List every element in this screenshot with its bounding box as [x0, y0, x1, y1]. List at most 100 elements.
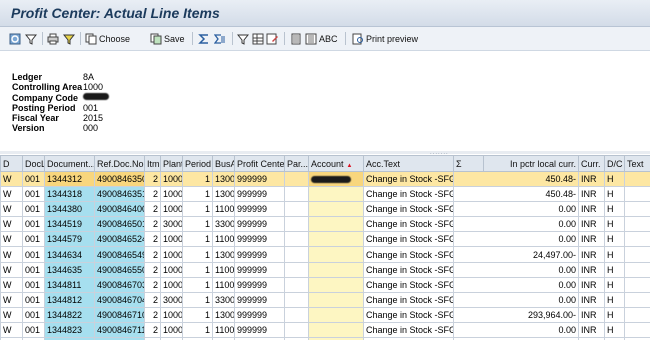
cell-account[interactable] [308, 261, 364, 278]
cell-acc-text[interactable]: Change in Stock -SFG [363, 186, 454, 203]
cell-text[interactable] [624, 231, 650, 248]
table-row[interactable]: W 001 1344380 4900846400 2 1000 1 1100 999999 Cha… [0, 201, 650, 218]
col-header-text[interactable]: Text [624, 155, 650, 172]
col-header-sum[interactable]: Σ [453, 155, 484, 172]
cell-curr[interactable]: INR [578, 216, 605, 233]
cell-plant[interactable]: 1000 [160, 231, 183, 248]
cell-account[interactable] [308, 246, 364, 263]
cell-curr[interactable]: INR [578, 276, 605, 293]
table-row[interactable]: W 001 1344318 4900846351 2 1000 1 1300 999999 Cha… [0, 186, 650, 203]
cell-curr[interactable]: INR [578, 306, 605, 323]
cell-busa[interactable]: 1100 [212, 261, 235, 278]
cell-par[interactable] [284, 276, 309, 293]
cell-acc-text[interactable]: Change in Stock -SFG [363, 261, 454, 278]
cell-d[interactable]: W [0, 201, 23, 218]
cell-document[interactable]: 1344318 [44, 186, 95, 203]
cell-amount[interactable]: 0.00 [453, 201, 579, 218]
cell-period[interactable]: 1 [182, 306, 213, 323]
cell-dc[interactable]: H [604, 321, 625, 339]
cell-itm[interactable]: 2 [144, 186, 161, 203]
cell-account[interactable] [308, 216, 364, 233]
cell-profit-center[interactable]: 999999 [234, 186, 285, 203]
cell-itm[interactable]: 2 [144, 321, 161, 339]
cell-docli[interactable]: 001 [22, 216, 45, 233]
cell-refdoc[interactable]: 4900846549 [94, 246, 145, 263]
cell-period[interactable]: 1 [182, 276, 213, 293]
cell-curr[interactable]: INR [578, 261, 605, 278]
splitter[interactable]: ....... [0, 150, 650, 156]
excel-button[interactable] [252, 31, 264, 46]
cell-profit-center[interactable]: 999999 [234, 321, 285, 339]
cell-busa[interactable]: 1100 [212, 201, 235, 218]
cell-profit-center[interactable]: 999999 [234, 306, 285, 323]
cell-d[interactable]: W [0, 170, 23, 188]
cell-document[interactable]: 1344811 [44, 276, 95, 293]
cell-plant[interactable]: 1000 [160, 201, 183, 218]
cell-itm[interactable]: 2 [144, 261, 161, 278]
export-button[interactable] [237, 31, 249, 46]
cell-dc[interactable]: H [604, 216, 625, 233]
cell-account[interactable] [308, 186, 364, 203]
cell-plant[interactable]: 1000 [160, 306, 183, 323]
cell-par[interactable] [284, 170, 309, 188]
cell-amount[interactable]: 0.00 [453, 261, 579, 278]
cell-itm[interactable]: 2 [144, 201, 161, 218]
cell-acc-text[interactable]: Change in Stock -SFG [363, 216, 454, 233]
cell-par[interactable] [284, 321, 309, 339]
cell-refdoc[interactable]: 4900846351 [94, 186, 145, 203]
cell-itm[interactable]: 2 [144, 291, 161, 308]
cell-acc-text[interactable]: Change in Stock -SFG [363, 306, 454, 323]
col-header-amount[interactable]: In pctr local curr. [483, 155, 579, 172]
cell-itm[interactable]: 2 [144, 276, 161, 293]
table-row[interactable]: W 001 1344812 4900846704 2 3000 1 3300 999999 Cha… [0, 291, 650, 308]
cell-document[interactable]: 1344635 [44, 261, 95, 278]
cell-text[interactable] [624, 291, 650, 308]
cell-refdoc[interactable]: 4900846350 [94, 170, 145, 188]
cell-docli[interactable]: 001 [22, 231, 45, 248]
print-preview-button[interactable]: Print preview [352, 31, 418, 46]
cell-busa[interactable]: 1100 [212, 276, 235, 293]
cell-par[interactable] [284, 246, 309, 263]
cell-account[interactable] [308, 231, 364, 248]
cell-curr[interactable]: INR [578, 170, 605, 188]
cell-period[interactable]: 1 [182, 216, 213, 233]
cell-busa[interactable]: 3300 [212, 291, 235, 308]
cell-dc[interactable]: H [604, 231, 625, 248]
cell-acc-text[interactable]: Change in Stock -SFG [363, 321, 454, 339]
cell-dc[interactable]: H [604, 276, 625, 293]
cell-plant[interactable]: 1000 [160, 186, 183, 203]
cell-par[interactable] [284, 231, 309, 248]
cell-account[interactable] [308, 306, 364, 323]
cell-docli[interactable]: 001 [22, 291, 45, 308]
cell-par[interactable] [284, 186, 309, 203]
cell-plant[interactable]: 1000 [160, 321, 183, 339]
col-header-period[interactable]: Period [182, 155, 213, 172]
cell-par[interactable] [284, 216, 309, 233]
cell-refdoc[interactable]: 4900846711 [94, 321, 145, 339]
cell-account[interactable] [308, 170, 364, 188]
save-button[interactable]: Save [150, 31, 185, 46]
col-header-busa[interactable]: BusA [212, 155, 235, 172]
print-button[interactable] [47, 31, 59, 46]
cell-dc[interactable]: H [604, 186, 625, 203]
cell-text[interactable] [624, 170, 650, 188]
cell-text[interactable] [624, 186, 650, 203]
cell-refdoc[interactable]: 4900846703 [94, 276, 145, 293]
sum-button[interactable] [198, 31, 210, 46]
cell-docli[interactable]: 001 [22, 246, 45, 263]
cell-dc[interactable]: H [604, 246, 625, 263]
cell-plant[interactable]: 3000 [160, 216, 183, 233]
cell-amount[interactable]: 0.00 [453, 291, 579, 308]
table-row[interactable]: W 001 1344634 4900846549 2 1000 1 1300 999999 Cha… [0, 246, 650, 263]
table-row[interactable]: W 001 1344312 4900846350 2 1000 1 1300 999999 Cha… [0, 170, 650, 188]
cell-d[interactable]: W [0, 231, 23, 248]
table-row[interactable]: W 001 1344811 4900846703 2 1000 1 1100 999999 Cha… [0, 276, 650, 293]
col-header-docli[interactable]: DocLi [22, 155, 45, 172]
cell-curr[interactable]: INR [578, 201, 605, 218]
layout-button[interactable] [290, 31, 302, 46]
cell-text[interactable] [624, 216, 650, 233]
cell-profit-center[interactable]: 999999 [234, 231, 285, 248]
table-row[interactable]: W 001 1344519 4900846501 2 3000 1 3300 999999 Cha… [0, 216, 650, 233]
cell-refdoc[interactable]: 4900846524 [94, 231, 145, 248]
cell-period[interactable]: 1 [182, 186, 213, 203]
